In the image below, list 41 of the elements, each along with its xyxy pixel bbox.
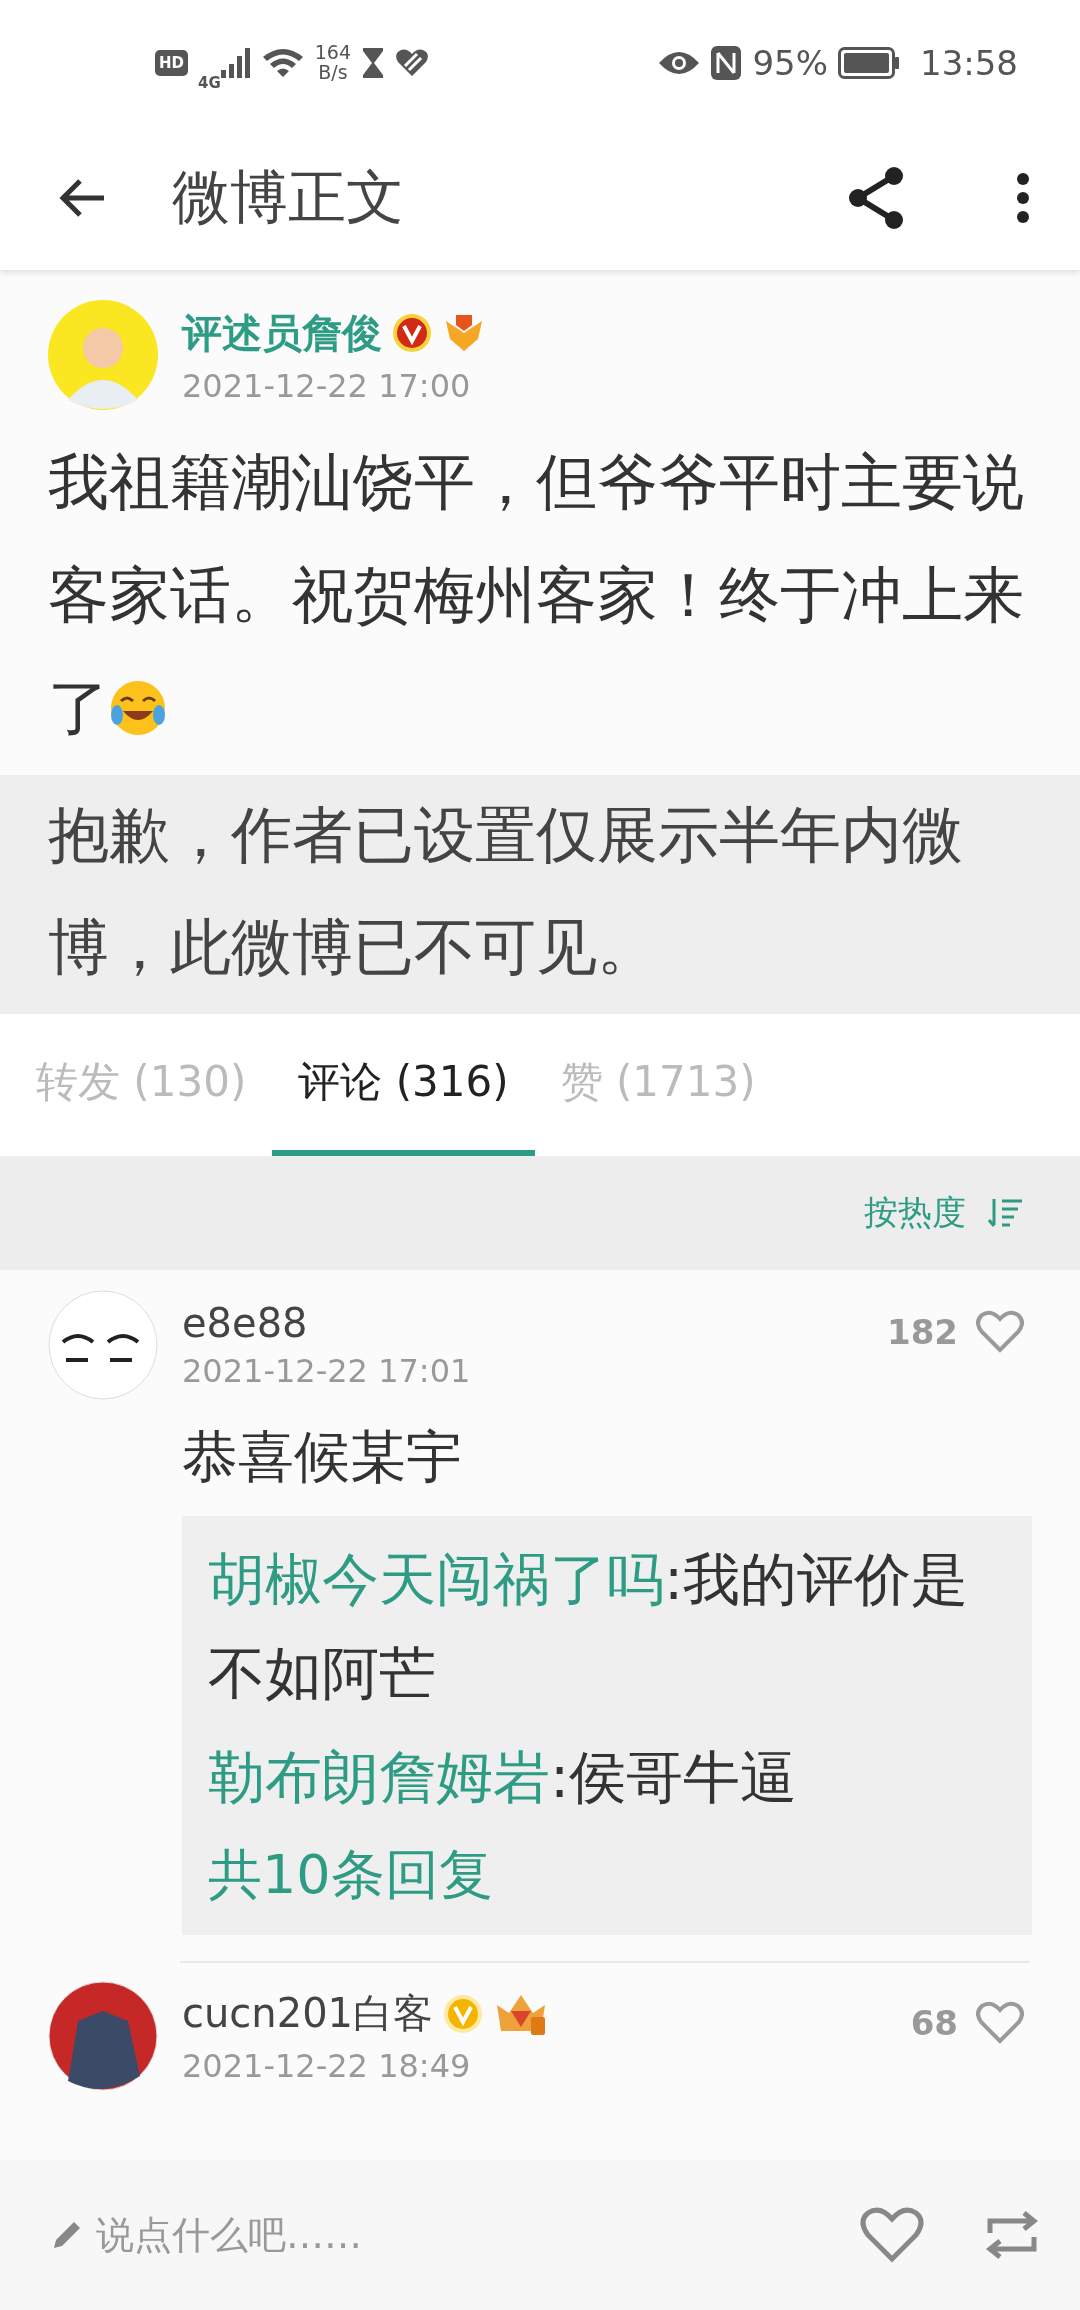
like-count: 182	[887, 1312, 958, 1353]
network-speed: 164	[314, 42, 352, 63]
post-time: 2021-12-22 17:00	[182, 366, 472, 405]
commenter-name[interactable]: cucn201白客	[182, 1986, 434, 2042]
hourglass-icon	[361, 45, 386, 80]
author-name[interactable]: 评述员詹俊	[182, 305, 382, 361]
network-type: 4G	[198, 73, 221, 92]
battery-percent: 95%	[752, 42, 828, 83]
reply-text: 勒布朗詹姆岩:侯哥牛逼	[208, 1742, 799, 1812]
tab[interactable]: 转发 (130)	[10, 1014, 273, 1157]
hd-indicator: HD	[155, 49, 188, 76]
share-icon[interactable]	[846, 165, 906, 230]
sort-button[interactable]: 按热度	[858, 1189, 1030, 1238]
avatar-icon[interactable]	[48, 1290, 158, 1401]
tab[interactable]: 赞 (1713)	[534, 1014, 782, 1157]
signal-icon	[220, 47, 251, 78]
post-text: 我祖籍潮汕饶平，但爷爷平时主要说客家话。祝贺梅州客家！终于冲上来了	[48, 445, 1025, 745]
laughing-emoji-icon	[109, 678, 167, 737]
heart-icon[interactable]	[860, 2207, 924, 2263]
speed-unit: B/s	[318, 62, 348, 83]
nfc-icon	[710, 44, 743, 81]
reply-user-link[interactable]: 勒布朗詹姆岩	[208, 1743, 550, 1810]
more-icon[interactable]	[1016, 171, 1030, 224]
more-replies-link[interactable]: 共10条回复	[208, 1833, 493, 1915]
battery-icon	[838, 46, 900, 79]
commenter-name[interactable]: e8e88	[182, 1300, 308, 1347]
reply-user-link[interactable]: 胡椒今天闯祸了吗	[208, 1545, 664, 1612]
back-icon[interactable]	[58, 177, 106, 218]
comment-time: 2021-12-22 18:49	[182, 2047, 472, 2086]
like-count: 68	[910, 2002, 958, 2043]
heart-link-icon	[395, 47, 430, 78]
heart-icon[interactable]	[976, 2000, 1024, 2045]
comment-text: 恭喜候某宇	[182, 1423, 463, 1492]
page-title: 微博正文	[172, 161, 405, 233]
reply-text: 胡椒今天闯祸了吗:我的评价是不如阿芒	[208, 1544, 970, 1708]
sort-icon	[988, 1197, 1024, 1230]
clock-time: 13:58	[920, 42, 1018, 83]
avatar-icon[interactable]	[48, 1980, 158, 2091]
comment-time: 2021-12-22 17:01	[182, 1352, 472, 1391]
notice-text: 抱歉，作者已设置仅展示半年内微博，此微博已不可见。	[48, 798, 963, 983]
heart-icon[interactable]	[976, 1310, 1024, 1355]
